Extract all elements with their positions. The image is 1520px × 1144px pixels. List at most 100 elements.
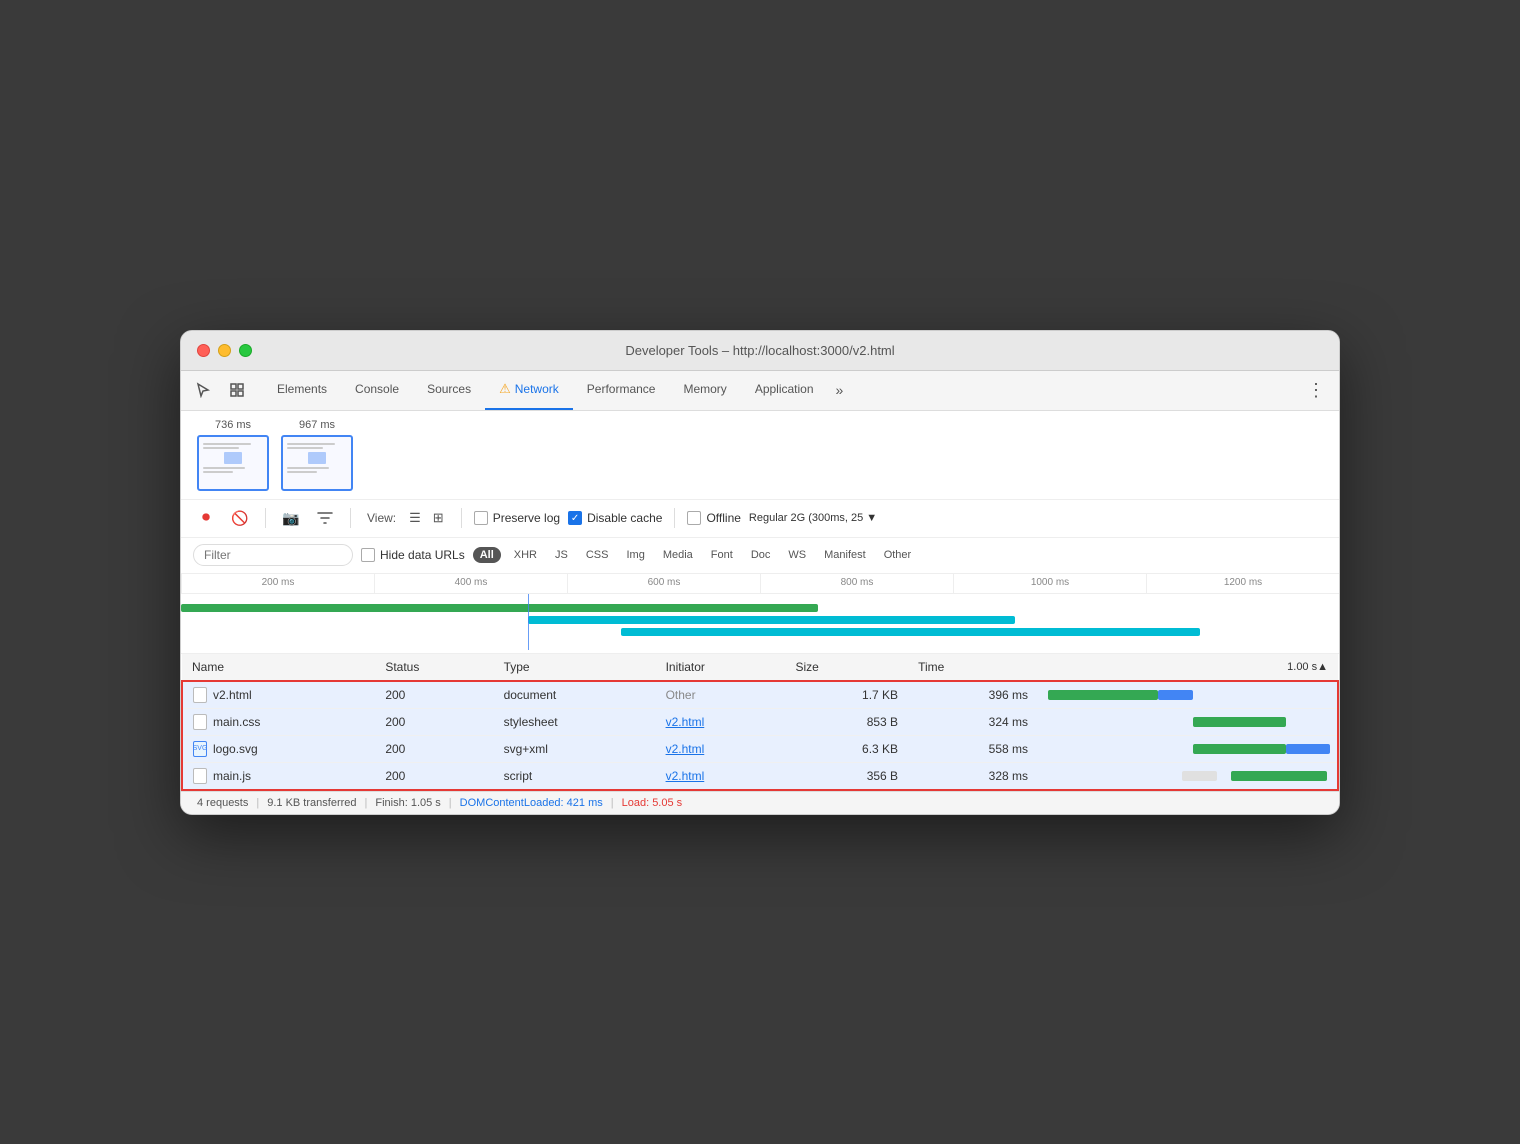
col-status[interactable]: Status [375, 654, 493, 681]
tl-bar-teal-1 [528, 616, 1014, 624]
network-table: Name Status Type Initiator Size Time 1.0… [181, 654, 1339, 791]
divider-3 [461, 508, 462, 528]
cell-size: 1.7 KB [785, 681, 908, 709]
cell-initiator: Other [656, 681, 786, 709]
disable-cache-group: ✓ Disable cache [568, 511, 662, 525]
tab-elements[interactable]: Elements [263, 370, 341, 410]
ruler-mark-400: 400 ms [374, 574, 567, 593]
cell-status: 200 [375, 735, 493, 762]
preserve-log-checkbox[interactable] [474, 511, 488, 525]
group-view-button[interactable]: ⊞ [428, 508, 449, 528]
filter-js[interactable]: JS [550, 547, 573, 563]
filter-font[interactable]: Font [706, 547, 738, 563]
tab-network[interactable]: ⚠ Network [485, 370, 573, 410]
devtools-menu-icon[interactable]: ⋮ [1301, 380, 1331, 401]
dom-content-loaded: DOMContentLoaded: 421 ms [460, 797, 603, 809]
timeline-marker [528, 594, 529, 650]
tab-memory[interactable]: Memory [669, 370, 740, 410]
ruler-mark-800: 800 ms [760, 574, 953, 593]
table-row[interactable]: v2.html200documentOther1.7 KB396 ms [182, 681, 1338, 709]
record-button[interactable]: ⏺ [193, 505, 219, 531]
tab-performance[interactable]: Performance [573, 370, 670, 410]
timeline-bars [181, 594, 1339, 650]
screenshot-thumb-1[interactable] [281, 435, 353, 491]
filter-other[interactable]: Other [879, 547, 917, 563]
tab-sources[interactable]: Sources [413, 370, 485, 410]
warning-icon: ⚠ [499, 381, 511, 397]
list-view-button[interactable]: ☰ [404, 508, 426, 528]
timeline-ruler: 200 ms 400 ms 600 ms 800 ms 1000 ms 1200… [181, 574, 1339, 594]
hide-data-urls-group: Hide data URLs [361, 548, 465, 562]
screenshot-0[interactable]: 736 ms [197, 419, 269, 491]
window-title: Developer Tools – http://localhost:3000/… [625, 343, 894, 358]
preserve-log-group: Preserve log [474, 511, 560, 525]
cell-type: script [494, 762, 656, 790]
network-toolbar: ⏺ 🚫 📷 View: ☰ ⊞ Preserve log ✓ D [181, 500, 1339, 538]
cell-size: 853 B [785, 708, 908, 735]
requests-count: 4 requests [197, 797, 248, 809]
filter-xhr[interactable]: XHR [509, 547, 542, 563]
cell-size: 6.3 KB [785, 735, 908, 762]
divider-4 [674, 508, 675, 528]
cell-time: 396 ms [908, 681, 1038, 709]
filter-input[interactable] [193, 544, 353, 566]
col-waterfall[interactable]: 1.00 s▲ [1038, 654, 1338, 681]
status-bar: 4 requests | 9.1 KB transferred | Finish… [181, 791, 1339, 814]
table-row[interactable]: main.css200stylesheetv2.html853 B324 ms [182, 708, 1338, 735]
filter-button[interactable] [312, 505, 338, 531]
close-button[interactable] [197, 344, 210, 357]
file-icon: SVG [193, 741, 207, 757]
timeline-area: 200 ms 400 ms 600 ms 800 ms 1000 ms 1200… [181, 574, 1339, 654]
ruler-mark-1000: 1000 ms [953, 574, 1146, 593]
more-tabs-button[interactable]: » [828, 382, 852, 398]
offline-group: Offline [687, 511, 740, 525]
filter-ws[interactable]: WS [783, 547, 811, 563]
tab-console[interactable]: Console [341, 370, 413, 410]
col-type[interactable]: Type [494, 654, 656, 681]
cell-type: document [494, 681, 656, 709]
tab-icons [189, 376, 251, 404]
inspect-icon[interactable] [223, 376, 251, 404]
table-row[interactable]: SVGlogo.svg200svg+xmlv2.html6.3 KB558 ms [182, 735, 1338, 762]
filter-media[interactable]: Media [658, 547, 698, 563]
cell-type: svg+xml [494, 735, 656, 762]
filter-all-button[interactable]: All [473, 547, 501, 563]
cell-name: main.js [183, 763, 375, 789]
devtools-window: Developer Tools – http://localhost:3000/… [180, 330, 1340, 815]
filter-manifest[interactable]: Manifest [819, 547, 871, 563]
cell-status: 200 [375, 681, 493, 709]
cell-time: 324 ms [908, 708, 1038, 735]
traffic-lights [197, 344, 252, 357]
col-time[interactable]: Time [908, 654, 1038, 681]
col-size[interactable]: Size [785, 654, 908, 681]
cursor-icon[interactable] [189, 376, 217, 404]
filter-css[interactable]: CSS [581, 547, 614, 563]
cell-waterfall [1038, 762, 1338, 790]
offline-checkbox[interactable] [687, 511, 701, 525]
screenshot-thumb-0[interactable] [197, 435, 269, 491]
cell-name: main.css [183, 709, 375, 735]
camera-button[interactable]: 📷 [278, 505, 304, 531]
cell-name: v2.html [183, 682, 375, 708]
cell-time: 558 ms [908, 735, 1038, 762]
screenshot-1[interactable]: 967 ms [281, 419, 353, 491]
cell-size: 356 B [785, 762, 908, 790]
col-name[interactable]: Name [182, 654, 375, 681]
cell-type: stylesheet [494, 708, 656, 735]
devtools-body: Elements Console Sources ⚠ Network Perfo… [181, 371, 1339, 814]
col-initiator[interactable]: Initiator [656, 654, 786, 681]
throttle-select[interactable]: Regular 2G (300ms, 25 ▼ [749, 512, 877, 524]
divider-2 [350, 508, 351, 528]
hide-data-urls-checkbox[interactable] [361, 548, 375, 562]
maximize-button[interactable] [239, 344, 252, 357]
tab-application[interactable]: Application [741, 370, 828, 410]
filter-doc[interactable]: Doc [746, 547, 776, 563]
minimize-button[interactable] [218, 344, 231, 357]
clear-button[interactable]: 🚫 [227, 505, 253, 531]
cell-name: SVGlogo.svg [183, 736, 375, 762]
cell-initiator: v2.html [656, 762, 786, 790]
tab-bar: Elements Console Sources ⚠ Network Perfo… [181, 371, 1339, 411]
filter-img[interactable]: Img [621, 547, 649, 563]
table-row[interactable]: main.js200scriptv2.html356 B328 ms [182, 762, 1338, 790]
disable-cache-checkbox[interactable]: ✓ [568, 511, 582, 525]
